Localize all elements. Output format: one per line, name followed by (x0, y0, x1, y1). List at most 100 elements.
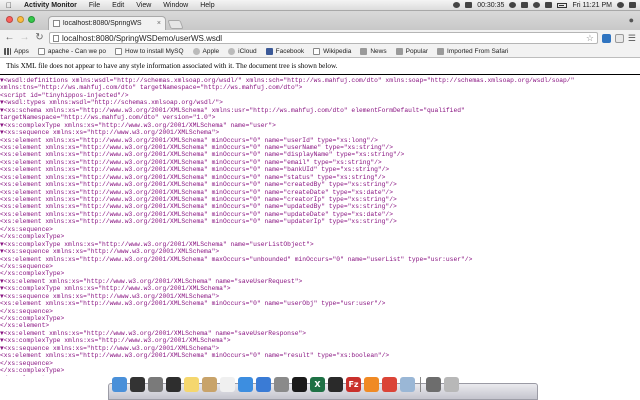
safari-icon[interactable] (238, 377, 253, 392)
notes-icon[interactable] (184, 377, 199, 392)
status-monitor-icon[interactable] (465, 2, 473, 8)
folder-icon (437, 48, 445, 55)
spotlight-icon[interactable] (617, 2, 624, 8)
dashboard-icon[interactable] (130, 377, 145, 392)
menu-app-name[interactable]: Activity Monitor (18, 0, 83, 11)
menu-help[interactable]: Help (194, 0, 220, 11)
appstore-icon[interactable] (256, 377, 271, 392)
bookmark-label: Imported From Safari (447, 48, 509, 55)
apple-menu-icon[interactable]:  (0, 1, 18, 10)
apps-grid-icon (4, 48, 11, 55)
extension-2-icon[interactable] (614, 33, 624, 43)
launchpad-icon[interactable] (148, 377, 163, 392)
menu-file[interactable]: File (83, 0, 106, 11)
bookmark-apache[interactable]: apache - Can we po (37, 48, 106, 55)
bluetooth-icon[interactable] (521, 2, 529, 8)
bookmark-star-icon[interactable]: ☆ (586, 33, 594, 44)
bookmark-wikipedia[interactable]: Wikipedia (313, 48, 351, 55)
xml-line[interactable]: ▼<xs:element xmlns:xs="http://www.w3.org… (0, 278, 640, 285)
menubar-clock[interactable]: Fri 11:21 PM (572, 0, 612, 11)
apple-icon (192, 48, 200, 55)
tab-close-icon[interactable]: × (157, 20, 161, 27)
bookmark-apple[interactable]: Apple (192, 48, 219, 55)
tab-active[interactable]: localhost:8080/SpringWS × (48, 16, 166, 30)
xml-line[interactable]: ▼<xs:schema xmlns:xs="http://www.w3.org/… (0, 107, 640, 114)
xml-line: </xs:complexType> (0, 315, 65, 322)
status-app-icon[interactable] (453, 2, 461, 8)
xml-line[interactable]: ▼<wsdl:definitions xmlns:wsdl="http://sc… (0, 77, 640, 84)
address-bar[interactable]: localhost:8080/SpringWSDemo/userWS.wsdl … (49, 32, 598, 44)
icloud-icon (228, 48, 236, 55)
forward-arrow-icon[interactable]: → (19, 31, 30, 45)
new-tab-button[interactable] (167, 20, 184, 29)
timer-readout[interactable]: 00:30:35 (477, 0, 504, 11)
menu-view[interactable]: View (130, 0, 157, 11)
xml-line[interactable]: ▼<xs:complexType xmlns:xs="http://www.w3… (0, 241, 640, 248)
folder-icon (360, 48, 368, 55)
xml-line: <xs:element xmlns:xs="http://www.w3.org/… (0, 218, 397, 226)
bookmark-icloud[interactable]: iCloud (228, 48, 257, 55)
filezilla-icon[interactable]: Fz (346, 377, 361, 392)
xml-line: <xs:element xmlns:xs="http://www.w3.org/… (0, 181, 397, 189)
xml-line: <xs:element xmlns:xs="http://www.w3.org/… (0, 210, 393, 218)
downloads-icon[interactable] (426, 377, 441, 392)
minimize-window-icon[interactable] (17, 16, 24, 23)
activity-monitor-icon[interactable] (328, 377, 343, 392)
finder-icon[interactable] (112, 377, 127, 392)
bookmark-imported[interactable]: Imported From Safari (437, 48, 508, 55)
chrome-menu-icon[interactable]: ☰ (628, 33, 636, 44)
close-window-icon[interactable] (6, 16, 13, 23)
xml-line[interactable]: ▼<xs:sequence xmlns:xs="http://www.w3.or… (0, 345, 640, 352)
page-icon (313, 48, 321, 55)
chrome-icon[interactable] (382, 377, 397, 392)
extension-icon[interactable] (601, 33, 611, 43)
profile-icon[interactable]: ● (629, 15, 634, 25)
xml-line[interactable]: ▼<xs:complexType xmlns:xs="http://www.w3… (0, 337, 640, 344)
xml-line[interactable]: ▼<xs:complexType xmlns:xs="http://www.w3… (0, 285, 640, 292)
bookmark-popular[interactable]: Popular (395, 48, 429, 55)
bookmark-mysql[interactable]: How to install MySQ (115, 48, 184, 55)
reload-icon[interactable]: ↻ (34, 31, 45, 45)
xml-line: <xs:element xmlns:xs="http://www.w3.org/… (0, 255, 473, 263)
xml-line: </xs:complexType> (0, 367, 65, 375)
excel-icon[interactable]: X (310, 377, 325, 392)
contacts-icon[interactable] (202, 377, 217, 392)
notification-center-icon[interactable] (629, 2, 636, 8)
calendar-icon[interactable] (220, 377, 235, 392)
page-icon (115, 48, 123, 55)
xml-line[interactable]: ▼<xs:element xmlns:xs="http://www.w3.org… (0, 330, 640, 337)
bookmark-apps[interactable]: Apps (4, 48, 29, 55)
trash-icon[interactable] (444, 377, 459, 392)
xml-line[interactable]: ▼<xs:sequence xmlns:xs="http://www.w3.or… (0, 293, 640, 300)
bookmark-label: Popular (405, 48, 429, 55)
xml-line: <xs:element xmlns:xs="http://www.w3.org/… (0, 173, 386, 181)
xml-line[interactable]: ▼<wsdl:types xmlns:wsdl="http://schemas.… (0, 99, 640, 106)
back-arrow-icon[interactable]: ← (4, 31, 15, 45)
tab-title: localhost:8080/SpringWS (63, 20, 142, 27)
time-machine-icon[interactable] (509, 2, 517, 8)
menu-edit[interactable]: Edit (106, 0, 130, 11)
bookmark-facebook[interactable]: Facebook (265, 48, 304, 55)
zoom-window-icon[interactable] (28, 16, 35, 23)
xml-line: </xs:complexType> (0, 270, 65, 278)
bookmark-news[interactable]: News (360, 48, 387, 55)
mission-control-icon[interactable] (166, 377, 181, 392)
wifi-icon[interactable] (533, 2, 541, 8)
preview-icon[interactable] (400, 377, 415, 392)
battery-icon[interactable] (557, 2, 568, 8)
status-area: 00:30:35 Fri 11:21 PM (453, 0, 640, 11)
xml-line[interactable]: ▼<xs:sequence xmlns:xs="http://www.w3.or… (0, 248, 640, 255)
system-preferences-icon[interactable] (274, 377, 289, 392)
url-text[interactable]: localhost:8080/SpringWSDemo/userWS.wsdl (62, 34, 583, 43)
volume-icon[interactable] (545, 2, 553, 8)
menu-window[interactable]: Window (157, 0, 194, 11)
page-info-icon[interactable] (53, 34, 59, 42)
xml-line: <xs:element xmlns:xs="http://www.w3.org/… (0, 158, 382, 166)
xml-line: </xs:sequence> (0, 262, 53, 270)
xml-line: targetNamespace="http://ws.mahfuj.com/dt… (0, 114, 216, 122)
vlc-icon[interactable] (364, 377, 379, 392)
xml-line[interactable]: ▼<xs:complexType xmlns:xs="http://www.w3… (0, 122, 640, 129)
terminal-icon[interactable] (292, 377, 307, 392)
xml-line[interactable]: ▼<xs:sequence xmlns:xs="http://www.w3.or… (0, 129, 640, 136)
xml-line: </xs:complexType> (0, 233, 65, 241)
